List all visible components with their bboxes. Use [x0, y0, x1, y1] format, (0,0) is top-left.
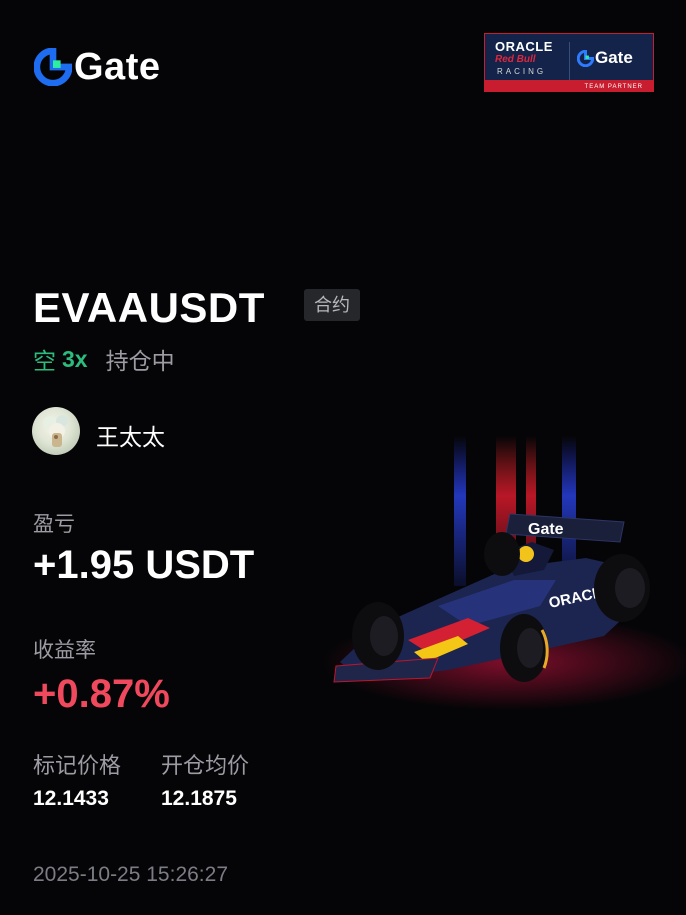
oracle-wordmark: ORACLE: [495, 39, 553, 54]
roi-label: 收益率: [33, 639, 96, 662]
entry-price-value: 12.1875: [161, 787, 237, 810]
mark-price-label: 标记价格: [33, 753, 122, 778]
pnl-label: 盈亏: [33, 513, 75, 536]
partner-gate-text: Gate: [595, 48, 633, 67]
avatar: [32, 407, 80, 455]
partner-band: TEAM PARTNER: [485, 80, 653, 91]
team-partner-label: TEAM PARTNER: [584, 84, 643, 90]
roi-value: +0.87%: [33, 672, 170, 716]
logo-text: Gate: [74, 46, 161, 88]
direction-label: 空: [33, 348, 56, 374]
rear-wing-gate-text: Gate: [528, 521, 564, 538]
partner-divider: [569, 42, 570, 80]
f1-car-illustration: Gate ORACLE: [323, 436, 686, 710]
red-bull-wordmark: Red Bull: [495, 54, 536, 65]
position-details: 空 3x 持仓中: [33, 342, 175, 376]
avatar-image-icon: [43, 415, 68, 447]
contract-type-badge: 合约: [304, 289, 360, 321]
pnl-value: +1.95 USDT: [33, 543, 255, 587]
team-partner-badge: ORACLE Red Bull RACING Gate TEAM PARTNER: [484, 33, 654, 92]
position-status: 持仓中: [105, 348, 175, 374]
timestamp: 2025-10-25 15:26:27: [33, 863, 228, 886]
mark-price-value: 12.1433: [33, 787, 109, 810]
gate-logo-small-icon: [577, 49, 594, 67]
user-name: 王太太: [96, 424, 165, 450]
racing-wordmark: RACING: [497, 67, 547, 76]
gate-logo-icon: [34, 48, 72, 86]
partner-gate-logo: Gate: [577, 48, 633, 68]
leverage-label: 3x: [62, 345, 88, 372]
gate-logo: Gate: [34, 48, 160, 86]
trading-pair: EVAAUSDT: [33, 284, 265, 331]
entry-price-label: 开仓均价: [161, 753, 250, 778]
